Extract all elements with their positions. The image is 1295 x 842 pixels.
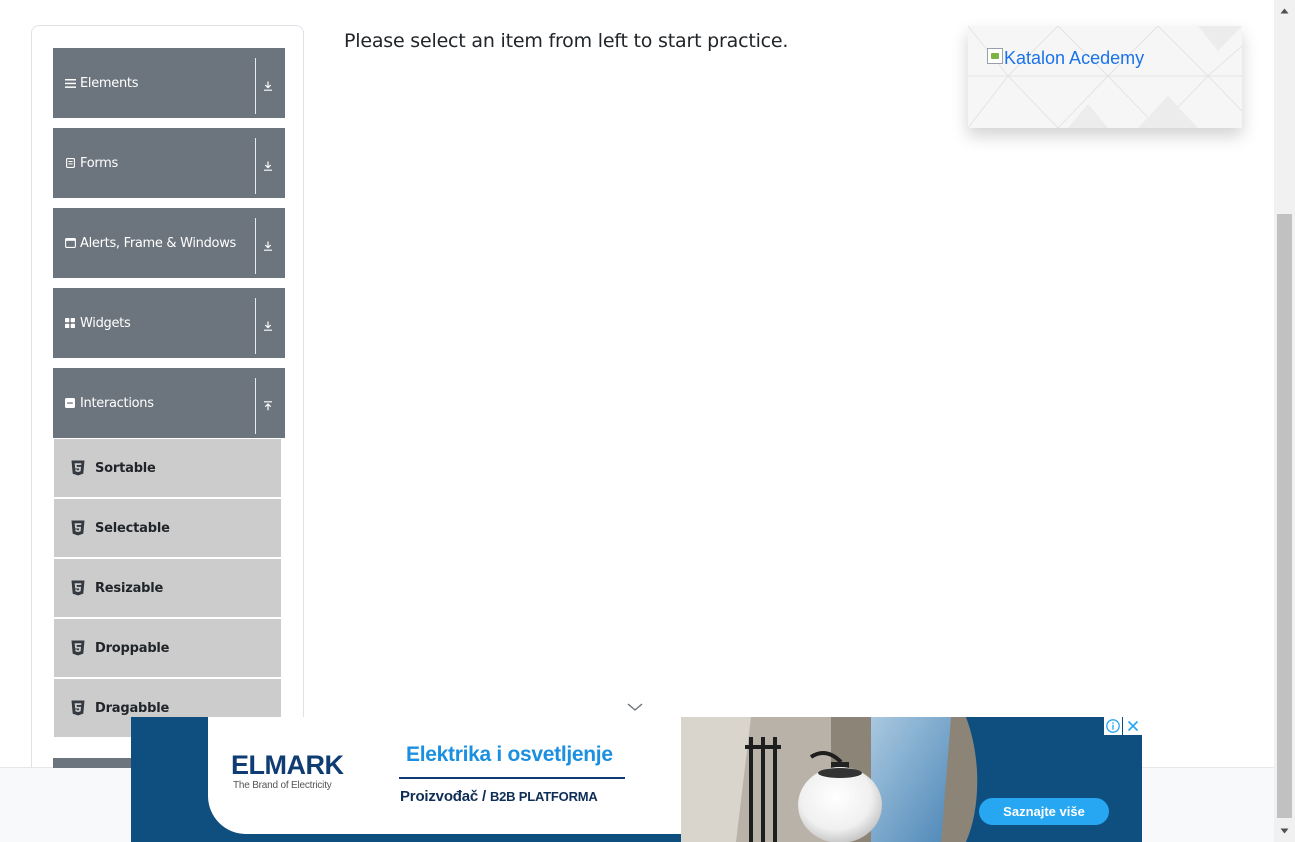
menu-icon xyxy=(63,48,77,118)
scrollbar-thumb[interactable] xyxy=(1277,214,1292,818)
group-header-elements[interactable]: Elements xyxy=(53,48,285,118)
download-arrow-icon[interactable] xyxy=(260,208,276,278)
ad-brand-logo: ELMARK xyxy=(231,750,344,780)
grid-icon xyxy=(63,288,77,358)
group-header-alerts[interactable]: Alerts, Frame & Windows xyxy=(53,208,285,278)
html5-icon xyxy=(71,439,85,497)
html5-icon xyxy=(71,559,85,617)
ad-subline-main: Proizvođač / xyxy=(400,788,490,805)
divider xyxy=(255,218,256,274)
download-arrow-icon[interactable] xyxy=(260,128,276,198)
download-arrow-icon[interactable] xyxy=(260,48,276,118)
banner-pattern xyxy=(968,26,1242,128)
advertisement-banner[interactable]: ELMARK The Brand of Electricity Elektrik… xyxy=(131,717,1142,842)
ad-subline-small: B2B PLATFORMA xyxy=(489,789,598,804)
divider xyxy=(255,298,256,354)
group-header-label: Forms xyxy=(80,155,119,171)
academy-banner[interactable]: Katalon Acedemy xyxy=(968,26,1242,128)
group-header-partial[interactable] xyxy=(53,758,133,768)
vertical-scrollbar[interactable] xyxy=(1274,0,1295,842)
group-header-label: Widgets xyxy=(80,315,131,331)
menu-item-droppable[interactable]: Droppable xyxy=(54,619,281,677)
divider xyxy=(255,138,256,194)
group-header-label: Interactions xyxy=(80,395,154,411)
info-icon[interactable] xyxy=(1104,717,1122,735)
ad-divider xyxy=(399,777,625,779)
academy-banner-alt-text: Katalon Acedemy xyxy=(1004,48,1145,68)
group-header-forms[interactable]: Forms xyxy=(53,128,285,198)
window-icon xyxy=(63,208,77,278)
ad-cta-button[interactable]: Saznajte više xyxy=(979,798,1109,825)
download-arrow-icon[interactable] xyxy=(260,288,276,358)
menu-item-label: Droppable xyxy=(95,640,170,656)
menu-item-selectable[interactable]: Selectable xyxy=(54,499,281,557)
menu-item-sortable[interactable]: Sortable xyxy=(54,439,281,497)
upload-arrow-icon[interactable] xyxy=(260,368,276,438)
divider xyxy=(255,58,256,114)
html5-icon xyxy=(71,619,85,677)
group-header-widgets[interactable]: Widgets xyxy=(53,288,285,358)
divider xyxy=(255,378,256,434)
scroll-down-arrow-icon[interactable] xyxy=(1274,822,1295,839)
close-icon[interactable] xyxy=(1123,717,1142,735)
group-header-label: Alerts, Frame & Windows xyxy=(80,235,237,251)
group-header-interactions[interactable]: Interactions xyxy=(53,368,285,438)
page: Elements Forms Alerts, Frame & Windows W… xyxy=(0,0,1295,842)
menu-item-label: Resizable xyxy=(95,580,164,596)
html5-icon xyxy=(71,679,85,737)
chevron-down-icon[interactable] xyxy=(626,700,644,718)
group-header-label: Elements xyxy=(80,75,139,91)
scroll-up-arrow-icon[interactable] xyxy=(1274,2,1295,19)
html5-icon xyxy=(71,499,85,557)
academy-banner-link[interactable]: Katalon Acedemy xyxy=(987,48,1144,69)
menu-item-label: Sortable xyxy=(95,460,156,476)
menu-item-resizable[interactable]: Resizable xyxy=(54,559,281,617)
ad-subline: Proizvođač / B2B PLATFORMA xyxy=(400,788,598,805)
ad-headline: Elektrika i osvetljenje xyxy=(406,743,613,766)
broken-image-icon xyxy=(987,48,1003,64)
menu-item-label: Selectable xyxy=(95,520,170,536)
main-prompt: Please select an item from left to start… xyxy=(344,30,789,52)
form-icon xyxy=(63,128,77,198)
collapse-square-icon xyxy=(63,368,77,438)
ad-brand-tagline: The Brand of Electricity xyxy=(233,780,332,791)
